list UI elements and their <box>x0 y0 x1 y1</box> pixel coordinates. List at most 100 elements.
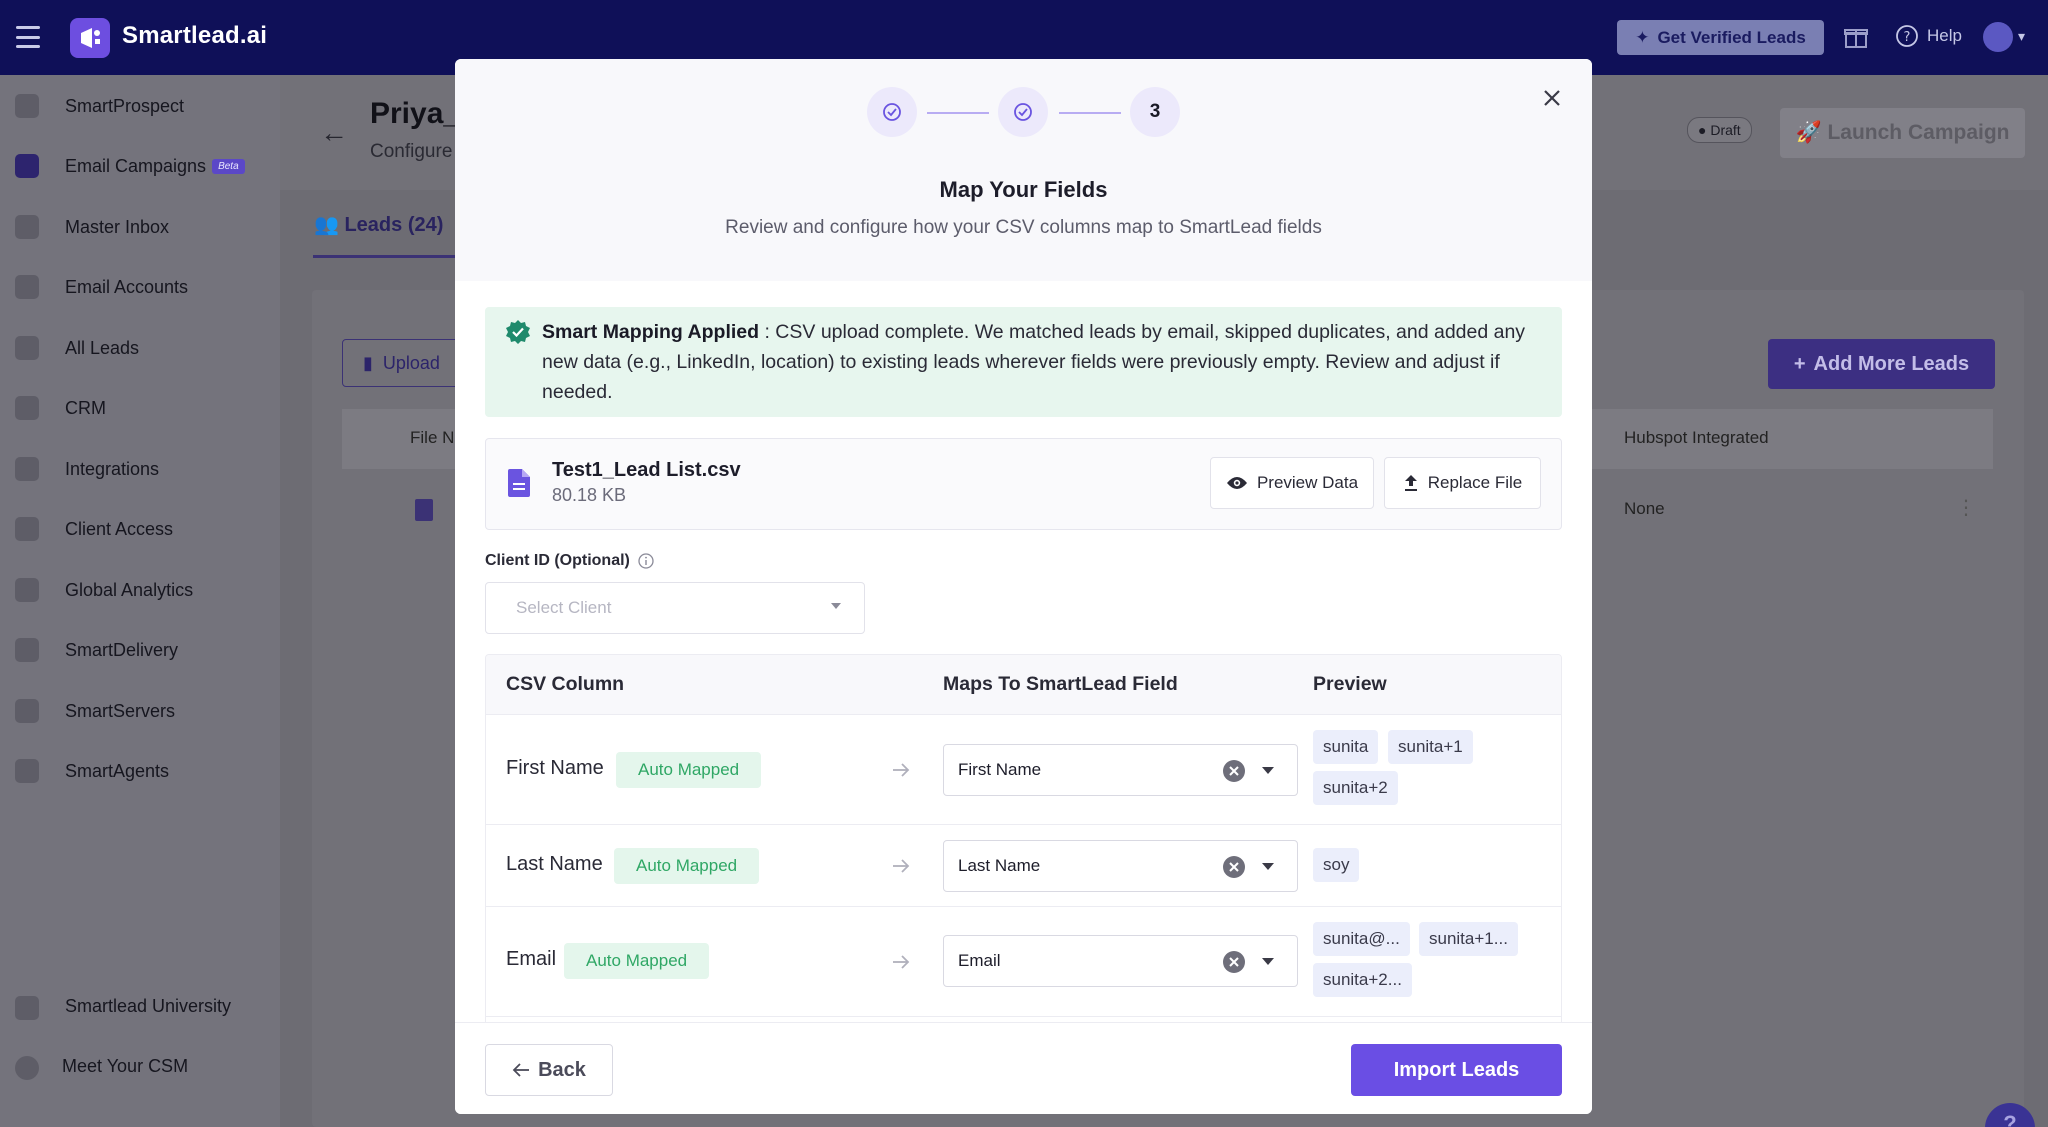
step-3-current: 3 <box>1130 87 1180 137</box>
sidebar-item-master-inbox[interactable]: Master Inbox <box>0 205 280 249</box>
agent-icon <box>15 759 39 783</box>
sidebar-item-label: Smartlead University <box>65 996 232 1016</box>
page-subtitle: Configure <box>370 141 453 162</box>
sidebar-item-label: SmartProspect <box>65 95 185 116</box>
preview-data-label: Preview Data <box>1256 473 1359 492</box>
column-header-csv: CSV Column <box>506 673 625 695</box>
caret-down-icon[interactable] <box>1262 863 1274 870</box>
sidebar-item-global-analytics[interactable]: Global Analytics <box>0 568 280 612</box>
sidebar-item-label: Meet Your CSM <box>62 1056 189 1076</box>
sidebar-item-label: Client Access <box>65 518 174 539</box>
auto-mapped-badge: Auto Mapped <box>564 943 710 979</box>
inbox-icon <box>15 215 39 239</box>
sidebar: SmartProspect Email Campaigns Beta Master… <box>0 75 280 1127</box>
smartlead-field-select[interactable]: First Name <box>943 744 1298 796</box>
arrow-right-icon <box>893 763 910 777</box>
replace-file-button[interactable]: Replace File <box>1384 457 1541 509</box>
banner-text: Smart Mapping Applied : CSV upload compl… <box>542 317 1542 407</box>
add-more-leads-button[interactable]: + Add More Leads <box>1768 339 1995 389</box>
sidebar-item-email-campaigns[interactable]: Email Campaigns Beta <box>0 144 280 188</box>
table-row: Last Name Auto Mapped Last Name soy <box>486 825 1561 907</box>
caret-down-icon[interactable] <box>1262 767 1274 774</box>
sidebar-item-text: Email Campaigns <box>65 155 207 176</box>
help-link[interactable]: ? Help <box>1895 24 1962 48</box>
replace-file-label: Replace File <box>1427 473 1523 492</box>
sidebar-item-smartdelivery[interactable]: SmartDelivery <box>0 628 280 672</box>
sidebar-item-label: Global Analytics <box>65 579 194 600</box>
clear-icon[interactable] <box>1222 855 1246 879</box>
logo-icon[interactable] <box>70 18 110 58</box>
sidebar-item-label: Email Campaigns Beta <box>65 156 245 177</box>
file-icon <box>508 469 530 497</box>
uploaded-file-card: Test1_Lead List.csv 80.18 KB Preview Dat… <box>485 438 1562 530</box>
sidebar-item-all-leads[interactable]: All Leads <box>0 326 280 370</box>
beta-badge: Beta <box>212 159 245 175</box>
caret-down-icon <box>831 603 841 609</box>
caret-down-icon[interactable] <box>1262 958 1274 965</box>
help-circle-icon: ? <box>1896 25 1918 47</box>
sidebar-item-integrations[interactable]: Integrations <box>0 447 280 491</box>
column-header-hubspot: Hubspot Integrated <box>1624 428 1769 447</box>
smartlead-field-select[interactable]: Last Name <box>943 840 1298 892</box>
csv-column-name: Last Name <box>506 853 603 875</box>
csv-column-name: Email <box>506 948 557 970</box>
sidebar-item-smartservers[interactable]: SmartServers <box>0 689 280 733</box>
check-circle-icon <box>1014 103 1032 121</box>
prospect-icon <box>15 94 39 118</box>
sidebar-item-label: All Leads <box>65 337 140 358</box>
preview-chip: sunita@... <box>1313 922 1410 956</box>
sidebar-item-university[interactable]: Smartlead University <box>0 986 280 1030</box>
launch-campaign-label: Launch Campaign <box>1827 121 2010 144</box>
menu-icon[interactable] <box>16 26 40 48</box>
preview-chip: sunita+1 <box>1388 730 1473 764</box>
banner-title: Smart Mapping Applied <box>542 321 760 343</box>
back-button[interactable]: Back <box>485 1044 613 1096</box>
sidebar-item-meet-csm[interactable]: Meet Your CSM <box>0 1046 280 1090</box>
close-icon[interactable] <box>1539 85 1565 111</box>
puzzle-icon <box>15 457 39 481</box>
get-verified-leads-button[interactable]: ✦ Get Verified Leads <box>1617 20 1824 55</box>
user-icon <box>15 1056 39 1080</box>
selected-field: First Name <box>958 760 1042 779</box>
step-connector <box>927 112 989 114</box>
back-arrow-icon[interactable]: ← <box>320 117 348 149</box>
smart-mapping-banner: Smart Mapping Applied : CSV upload compl… <box>485 307 1562 417</box>
sidebar-item-label: Master Inbox <box>65 216 170 237</box>
sidebar-item-smartprospect[interactable]: SmartProspect <box>0 84 280 128</box>
hubspot-value: None <box>1624 499 1665 518</box>
import-leads-button[interactable]: Import Leads <box>1351 1044 1562 1096</box>
sidebar-item-client-access[interactable]: Client Access <box>0 507 280 551</box>
smartlead-field-select[interactable]: Email <box>943 935 1298 987</box>
column-header-file: File N <box>410 428 455 447</box>
modal-header: 3 Map Your Fields Review and configure h… <box>455 59 1592 281</box>
svg-text:?: ? <box>1904 30 1911 45</box>
clear-icon[interactable] <box>1222 950 1246 974</box>
clear-icon[interactable] <box>1222 759 1246 783</box>
bank-icon <box>15 996 39 1020</box>
launch-campaign-button[interactable]: 🚀 Launch Campaign <box>1780 108 2025 158</box>
sidebar-item-label: Integrations <box>65 458 160 479</box>
table-row: First Name Auto Mapped First Name sunita… <box>486 715 1561 825</box>
column-header-preview: Preview <box>1313 673 1387 695</box>
sidebar-item-label: SmartAgents <box>65 760 170 781</box>
help-label: Help <box>1927 26 1962 45</box>
modal-title: Map Your Fields <box>939 177 1108 202</box>
more-options-icon[interactable]: ⋮ <box>1956 495 1978 520</box>
page-title: Priya_ <box>370 97 461 130</box>
client-select[interactable]: Select Client <box>485 582 865 634</box>
sidebar-item-email-accounts[interactable]: Email Accounts <box>0 265 280 309</box>
sidebar-item-crm[interactable]: CRM <box>0 386 280 430</box>
rocket-icon: 🚀 <box>1795 121 1828 144</box>
chevron-down-icon[interactable]: ▾ <box>2018 28 2025 45</box>
preview-data-button[interactable]: Preview Data <box>1210 457 1374 509</box>
sidebar-item-smartagents[interactable]: SmartAgents <box>0 749 280 793</box>
tab-leads[interactable]: 👥 Leads (24) <box>314 212 443 237</box>
avatar[interactable] <box>1983 22 2013 52</box>
step-connector <box>1059 112 1121 114</box>
preview-chip: sunita <box>1313 730 1379 764</box>
file-icon <box>415 499 433 521</box>
gift-icon[interactable] <box>1843 24 1869 50</box>
tab-leads-label: Leads (24) <box>344 214 444 236</box>
file-name: Test1_Lead List.csv <box>552 459 741 481</box>
info-icon[interactable] <box>638 553 654 569</box>
